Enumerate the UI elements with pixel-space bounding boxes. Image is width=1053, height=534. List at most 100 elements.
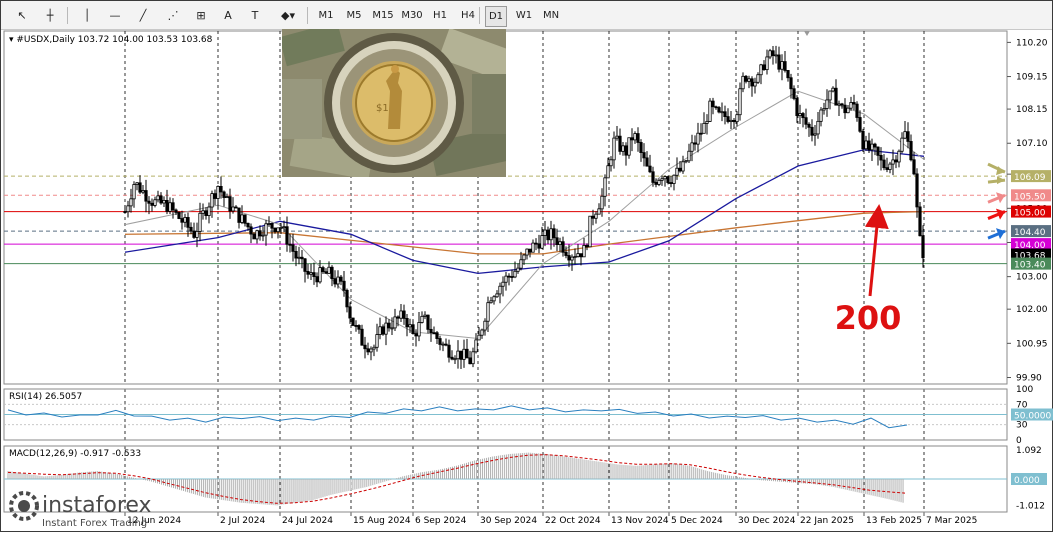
candle[interactable] [624,142,628,166]
candle[interactable] [162,196,166,207]
candle[interactable] [603,174,607,207]
candle[interactable] [453,355,457,364]
candle[interactable] [873,142,877,156]
candle[interactable] [870,138,874,161]
candle[interactable] [474,333,478,354]
candle[interactable] [615,125,619,141]
candle[interactable] [492,295,496,305]
candle[interactable] [516,263,520,274]
candle[interactable] [753,77,757,94]
candle[interactable] [618,128,622,155]
candle[interactable] [429,318,433,342]
candle[interactable] [687,143,691,163]
candle[interactable] [717,105,721,114]
candle[interactable] [900,132,904,154]
candle[interactable] [594,211,598,224]
candle[interactable] [606,157,610,179]
candle[interactable] [597,203,601,215]
candle[interactable] [447,339,451,363]
candle[interactable] [165,189,169,215]
candle[interactable] [588,215,592,248]
candle[interactable] [357,324,361,334]
candle[interactable] [903,120,907,140]
candle[interactable] [387,319,391,332]
candle[interactable] [345,288,349,313]
candle[interactable] [258,225,262,241]
candle[interactable] [216,185,220,210]
candle[interactable] [153,196,157,208]
candle[interactable] [270,222,274,239]
candle[interactable] [702,112,706,134]
candle[interactable] [576,244,580,258]
candle[interactable] [207,202,211,224]
candle[interactable] [882,154,886,171]
candle[interactable] [459,350,463,369]
candle[interactable] [156,190,160,203]
candle[interactable] [243,214,247,227]
candle[interactable] [465,338,469,359]
candle[interactable] [561,236,565,257]
candle[interactable] [894,155,898,169]
candle[interactable] [729,111,733,130]
candle[interactable] [456,340,460,369]
candle[interactable] [660,175,664,186]
candle[interactable] [462,339,466,368]
candle[interactable] [240,205,244,225]
candle[interactable] [642,143,646,167]
candle[interactable] [432,326,436,335]
candle[interactable] [792,85,796,101]
candle[interactable] [444,338,448,347]
candle[interactable] [435,330,439,345]
candle[interactable] [765,49,769,75]
candle[interactable] [648,154,652,174]
candle[interactable] [510,269,514,282]
candle[interactable] [756,72,760,84]
candle[interactable] [813,125,817,146]
candle[interactable] [777,46,781,73]
candle[interactable] [837,100,841,116]
candle[interactable] [552,224,556,247]
candle[interactable] [480,328,484,339]
candle[interactable] [525,248,529,260]
candle[interactable] [297,246,301,265]
candle[interactable] [177,211,181,220]
candle[interactable] [261,226,265,242]
candle[interactable] [741,72,745,93]
candle[interactable] [696,122,700,153]
candle[interactable] [306,263,310,279]
candle[interactable] [192,222,196,239]
candle[interactable] [294,245,298,267]
candle[interactable] [726,108,730,124]
candle[interactable] [180,210,184,230]
candle[interactable] [225,193,229,199]
candle[interactable] [690,134,694,162]
candle[interactable] [141,184,145,195]
candle[interactable] [210,190,214,218]
candle[interactable] [573,248,577,265]
candle[interactable] [333,270,337,288]
candle[interactable] [861,128,865,152]
candle[interactable] [804,108,808,130]
candle[interactable] [126,200,130,218]
candle[interactable] [570,254,574,271]
candle[interactable] [645,151,649,167]
candle[interactable] [375,323,379,352]
candle[interactable] [897,149,901,168]
candle[interactable] [555,228,559,252]
candle[interactable] [885,157,889,173]
candle[interactable] [171,198,175,219]
candle[interactable] [888,161,892,174]
candle[interactable] [393,308,397,332]
candle[interactable] [183,213,187,228]
candle[interactable] [732,118,736,129]
candle[interactable] [330,265,334,287]
candle[interactable] [600,188,604,217]
candle[interactable] [384,316,388,346]
candle[interactable] [300,250,304,269]
candle[interactable] [204,207,208,220]
candle[interactable] [657,178,661,187]
candle[interactable] [771,46,775,65]
candle[interactable] [774,45,778,64]
candle[interactable] [501,276,505,297]
candle[interactable] [834,79,838,106]
